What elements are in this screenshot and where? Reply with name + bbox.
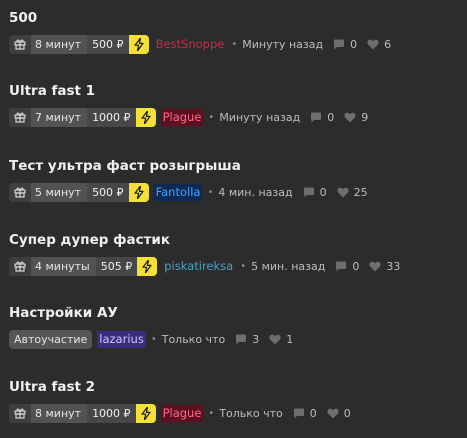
heart-icon xyxy=(344,112,356,123)
duration-label: 8 минут xyxy=(31,403,88,423)
giveaway-pill[interactable]: 8 минут 1000 ₽ xyxy=(9,403,156,423)
comments-counter[interactable]: 0 xyxy=(335,260,359,273)
post-item: Супер дупер фастик 4 минуты 505 ₽ piskat… xyxy=(9,230,467,276)
giveaway-pill[interactable]: 5 минут 500 ₽ xyxy=(9,182,149,202)
likes-count: 33 xyxy=(386,259,401,273)
duration-label: 7 минут xyxy=(31,107,88,127)
comment-icon xyxy=(335,261,347,272)
author-link[interactable]: lazarius xyxy=(97,330,146,348)
comments-count: 0 xyxy=(319,185,327,199)
post-item: Ultra fast 2 8 минут 1000 ₽ Plague • Тол… xyxy=(9,377,467,423)
likes-count: 0 xyxy=(343,406,351,420)
post-time: 5 мин. назад xyxy=(251,259,326,273)
likes-counter[interactable]: 1 xyxy=(269,333,293,346)
separator-dot: • xyxy=(208,407,215,419)
author-link[interactable]: Plague xyxy=(160,404,204,422)
gift-icon xyxy=(9,403,31,423)
gift-icon xyxy=(9,182,31,202)
separator-dot: • xyxy=(150,333,157,345)
comments-counter[interactable]: 3 xyxy=(235,333,259,346)
duration-label: 4 минуты xyxy=(31,256,96,276)
comments-count: 0 xyxy=(352,259,360,273)
gift-icon xyxy=(9,107,31,127)
post-title[interactable]: Тест ультра фаст розыгрыша xyxy=(9,156,467,176)
author-link[interactable]: BestSnoppe xyxy=(154,36,227,53)
heart-icon xyxy=(269,334,281,345)
post-meta: 7 минут 1000 ₽ Plague • Минуту назад 0 9 xyxy=(9,107,368,127)
likes-counter[interactable]: 6 xyxy=(367,38,391,51)
author-link[interactable]: Plague xyxy=(160,108,204,126)
comments-count: 0 xyxy=(309,406,317,420)
post-title[interactable]: Настройки АУ xyxy=(9,303,467,323)
post-title[interactable]: Супер дупер фастик xyxy=(9,230,467,250)
heart-icon xyxy=(369,261,381,272)
comments-counter[interactable]: 0 xyxy=(310,111,334,124)
price-label: 1000 ₽ xyxy=(87,403,136,423)
comments-count: 0 xyxy=(350,37,358,51)
post-title[interactable]: Ultra fast 2 xyxy=(9,377,467,397)
lightning-icon xyxy=(137,256,158,276)
comments-counter[interactable]: 0 xyxy=(333,38,357,51)
likes-count: 6 xyxy=(384,37,392,51)
post-item: Тест ультра фаст розыгрыша 5 минут 500 ₽… xyxy=(9,156,467,202)
lightning-icon xyxy=(135,403,156,423)
price-label: 505 ₽ xyxy=(95,256,138,276)
heart-icon xyxy=(337,187,349,198)
post-meta: 8 минут 1000 ₽ Plague • Только что 0 0 xyxy=(9,403,351,423)
post-meta: 5 минут 500 ₽ Fantolla • 4 мин. назад 0 … xyxy=(9,182,368,202)
lightning-icon xyxy=(128,34,149,54)
duration-label: 8 минут xyxy=(31,34,88,54)
author-link[interactable]: piskatireksa xyxy=(162,258,235,275)
likes-count: 9 xyxy=(361,110,369,124)
gift-icon xyxy=(9,256,31,276)
post-meta: Автоучастие lazarius • Только что 3 1 xyxy=(9,329,293,349)
post-item: 500 8 минут 500 ₽ BestSnoppe • Минуту на… xyxy=(9,8,467,54)
comment-icon xyxy=(303,187,315,198)
separator-dot: • xyxy=(207,186,214,198)
heart-icon xyxy=(367,39,379,50)
comments-count: 3 xyxy=(252,332,260,346)
post-title[interactable]: 500 xyxy=(9,8,467,28)
likes-counter[interactable]: 9 xyxy=(344,111,368,124)
giveaway-pill[interactable]: 7 минут 1000 ₽ xyxy=(9,107,156,127)
likes-count: 1 xyxy=(286,332,294,346)
comment-icon xyxy=(235,334,247,345)
post-time: Только что xyxy=(161,332,226,346)
likes-count: 25 xyxy=(353,185,368,199)
separator-dot: • xyxy=(208,111,215,123)
author-link[interactable]: Fantolla xyxy=(153,183,203,201)
post-time: Минуту назад xyxy=(242,37,324,51)
giveaway-pill[interactable]: 8 минут 500 ₽ xyxy=(9,34,149,54)
post-item: Настройки АУ Автоучастие lazarius • Толь… xyxy=(9,303,467,349)
comments-counter[interactable]: 0 xyxy=(303,186,327,199)
lightning-icon xyxy=(128,182,149,202)
price-label: 1000 ₽ xyxy=(87,107,136,127)
post-time: Минуту назад xyxy=(219,110,301,124)
separator-dot: • xyxy=(231,38,238,50)
comment-icon xyxy=(293,408,305,419)
post-meta: 8 минут 500 ₽ BestSnoppe • Минуту назад … xyxy=(9,34,391,54)
comments-counter[interactable]: 0 xyxy=(293,407,317,420)
heart-icon xyxy=(327,408,339,419)
price-label: 500 ₽ xyxy=(87,182,129,202)
lightning-icon xyxy=(135,107,156,127)
post-meta: 4 минуты 505 ₽ piskatireksa • 5 мин. наз… xyxy=(9,256,400,276)
gift-icon xyxy=(9,34,31,54)
post-title[interactable]: Ultra fast 1 xyxy=(9,81,467,101)
post-time: Только что xyxy=(219,406,283,420)
auto-participation-tag[interactable]: Автоучастие xyxy=(9,329,93,349)
duration-label: 5 минут xyxy=(31,182,88,202)
price-label: 500 ₽ xyxy=(87,34,129,54)
giveaway-feed: 500 8 минут 500 ₽ BestSnoppe • Минуту на… xyxy=(0,0,467,438)
likes-counter[interactable]: 25 xyxy=(337,186,368,199)
comments-count: 0 xyxy=(327,110,335,124)
giveaway-pill[interactable]: 4 минуты 505 ₽ xyxy=(9,256,158,276)
comment-icon xyxy=(333,39,345,50)
separator-dot: • xyxy=(240,260,247,272)
post-item: Ultra fast 1 7 минут 1000 ₽ Plague • Мин… xyxy=(9,81,467,127)
likes-counter[interactable]: 33 xyxy=(369,260,400,273)
post-time: 4 мин. назад xyxy=(218,185,293,199)
comment-icon xyxy=(310,112,322,123)
likes-counter[interactable]: 0 xyxy=(327,407,351,420)
